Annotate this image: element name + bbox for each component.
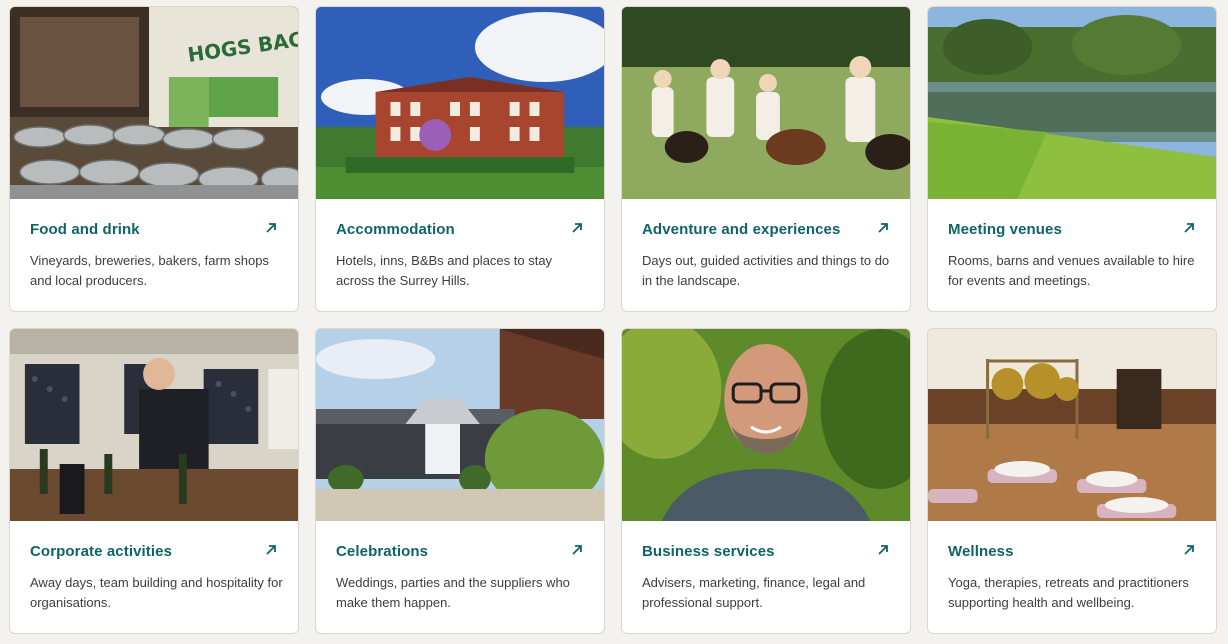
card-wellness[interactable]: Wellness Yoga, therapies, retreats and p…: [927, 328, 1217, 634]
card-title[interactable]: Business services: [642, 543, 775, 560]
card-food-and-drink[interactable]: HOGS BACK Food and drink Vineyards, brew…: [9, 6, 299, 312]
card-description: Yoga, therapies, retreats and practition…: [948, 575, 1189, 610]
card-title[interactable]: Wellness: [948, 543, 1014, 560]
arrow-up-right-icon: [572, 545, 582, 555]
arrow-up-right-icon: [266, 545, 276, 555]
adventure-and-experiences-image: [622, 7, 910, 199]
accommodation-image: [316, 7, 604, 199]
card-description: Advisers, marketing, finance, legal and …: [642, 575, 866, 610]
card-title[interactable]: Adventure and experiences: [642, 221, 840, 238]
arrow-up-right-icon: [878, 545, 888, 555]
wellness-image: [928, 329, 1216, 521]
card-meeting-venues[interactable]: Meeting venues Rooms, barns and venues a…: [927, 6, 1217, 312]
arrow-up-right-icon: [878, 223, 888, 233]
business-services-image: [622, 329, 910, 521]
card-description: Rooms, barns and venues available to hir…: [948, 253, 1195, 288]
card-title[interactable]: Celebrations: [336, 543, 428, 560]
card-title[interactable]: Meeting venues: [948, 221, 1062, 238]
arrow-up-right-icon: [1184, 223, 1194, 233]
card-description: Away days, team building and hospitality…: [30, 575, 283, 610]
card-description: Weddings, parties and the suppliers who …: [336, 575, 570, 610]
card-description: Vineyards, breweries, bakers, farm shops…: [30, 253, 269, 288]
card-title[interactable]: Corporate activities: [30, 543, 172, 560]
corporate-activities-image: [10, 329, 298, 521]
arrow-up-right-icon: [572, 223, 582, 233]
card-accommodation[interactable]: Accommodation Hotels, inns, B&Bs and pla…: [315, 6, 605, 312]
card-description: Hotels, inns, B&Bs and places to stay ac…: [336, 253, 553, 288]
meeting-venues-image: [928, 7, 1216, 199]
arrow-up-right-icon: [1184, 545, 1194, 555]
card-adventure-and-experiences[interactable]: Adventure and experiences Days out, guid…: [621, 6, 911, 312]
category-grid: HOGS BACK Food and drink Vineyards, brew…: [0, 0, 1228, 644]
arrow-up-right-icon: [266, 223, 276, 233]
card-corporate-activities[interactable]: Corporate activities Away days, team bui…: [9, 328, 299, 634]
card-celebrations[interactable]: Celebrations Weddings, parties and the s…: [315, 328, 605, 634]
card-business-services[interactable]: Business services Advisers, marketing, f…: [621, 328, 911, 634]
card-title[interactable]: Food and drink: [30, 221, 140, 238]
food-and-drink-image: HOGS BACK: [10, 7, 298, 199]
card-description: Days out, guided activities and things t…: [642, 253, 890, 288]
card-title[interactable]: Accommodation: [336, 221, 455, 238]
celebrations-image: [316, 329, 604, 521]
